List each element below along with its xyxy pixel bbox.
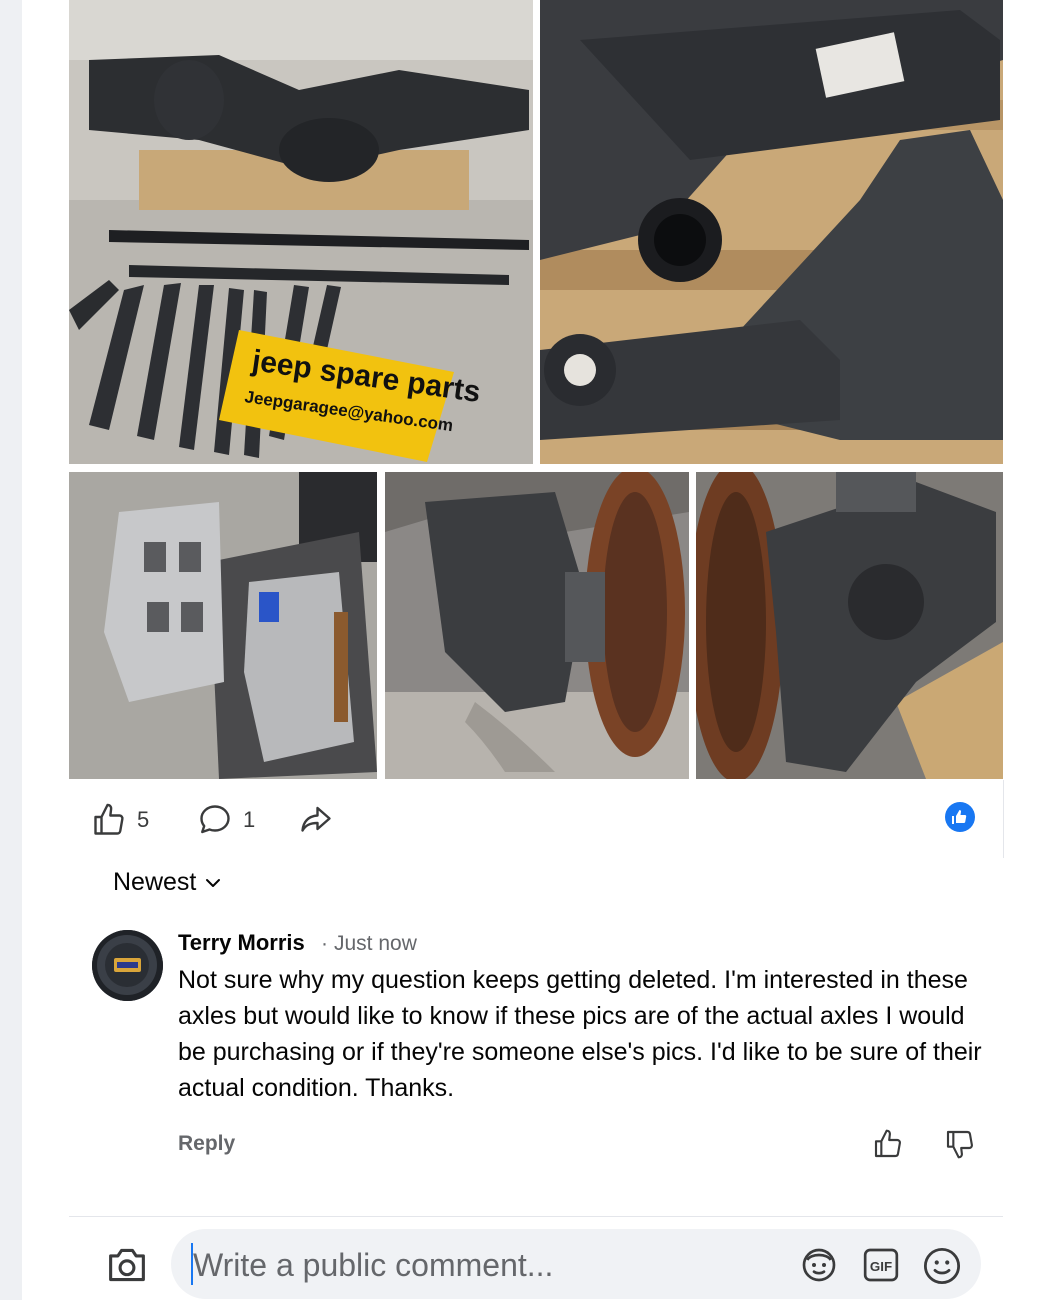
meta-separator: · — [321, 932, 328, 955]
post-photo-knuckle-side[interactable] — [696, 472, 1003, 779]
commenter-avatar[interactable] — [92, 930, 163, 1001]
gif-icon: GIF — [863, 1248, 899, 1282]
comment-composer: GIF — [69, 1216, 1003, 1301]
svg-text:GIF: GIF — [870, 1259, 892, 1274]
comment-timestamp[interactable]: Just now — [334, 932, 417, 956]
post-photo-knuckle-rotor[interactable] — [385, 472, 689, 779]
like-reaction-badge-icon[interactable] — [945, 802, 975, 832]
camera-button[interactable] — [105, 1245, 149, 1290]
like-action[interactable]: 5 — [91, 802, 149, 838]
avatar-sticker-button[interactable] — [799, 1245, 839, 1290]
post-action-bar: 5 1 — [69, 780, 1004, 858]
comment-action[interactable]: 1 — [197, 802, 255, 838]
share-arrow-icon — [301, 806, 331, 832]
right-page-margin — [1005, 0, 1050, 1300]
comment-input-container[interactable]: GIF — [171, 1229, 981, 1299]
comment-sort-dropdown[interactable]: Newest — [113, 868, 222, 897]
thumbs-up-icon — [94, 803, 124, 835]
comment-upvote-button[interactable] — [872, 1128, 904, 1165]
gif-button[interactable]: GIF — [861, 1245, 901, 1290]
emoji-icon — [923, 1247, 961, 1285]
thumbs-down-icon — [946, 1130, 973, 1159]
comment-bubble-icon — [200, 805, 230, 834]
post-photo-brake-calipers[interactable] — [69, 472, 377, 779]
sort-label: Newest — [113, 868, 197, 896]
reply-button[interactable]: Reply — [178, 1132, 235, 1156]
post-photo-axle-closeup[interactable] — [540, 0, 1003, 464]
comment-body: Not sure why my question keeps getting d… — [178, 966, 982, 1102]
chevron-down-icon — [206, 878, 221, 887]
avatar-sticker-icon — [802, 1248, 836, 1282]
emoji-button[interactable] — [921, 1245, 963, 1292]
post-photo-axles-with-sign[interactable]: jeep spare parts Jeepgaragee@yahoo.com — [69, 0, 533, 464]
thumbs-up-icon — [874, 1129, 901, 1158]
comment-downvote-button[interactable] — [944, 1128, 976, 1165]
like-count: 5 — [137, 807, 150, 832]
camera-icon — [109, 1248, 145, 1282]
comment-input[interactable] — [191, 1241, 775, 1289]
share-action[interactable] — [297, 802, 335, 838]
left-page-rail — [0, 0, 22, 1300]
comment-count: 1 — [243, 807, 256, 832]
comment-author[interactable]: Terry Morris — [178, 930, 305, 956]
